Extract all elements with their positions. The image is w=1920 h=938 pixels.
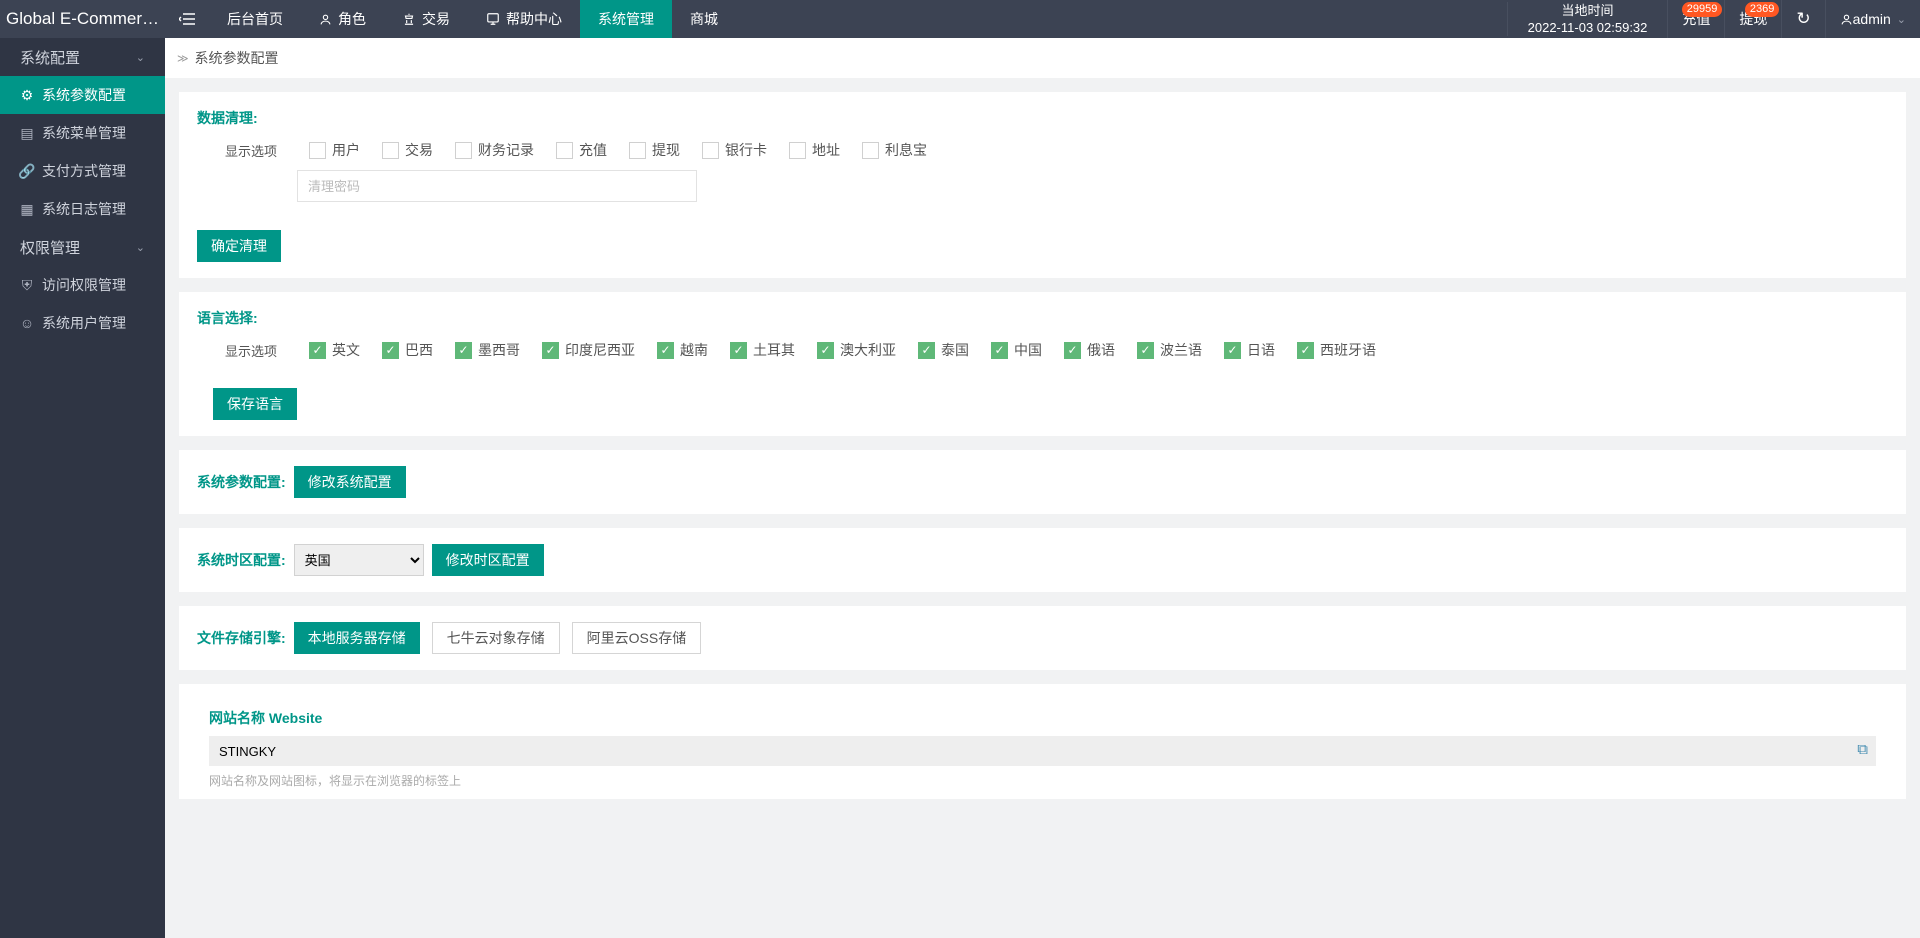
chevron-down-icon: ⌄ bbox=[136, 51, 145, 64]
sidebar-item[interactable]: ▦系统日志管理 bbox=[0, 190, 165, 228]
modify-system-config-button[interactable]: 修改系统配置 bbox=[294, 466, 406, 498]
sidebar-item[interactable]: 🔗支付方式管理 bbox=[0, 152, 165, 190]
website-name-card: 网站名称 Website ⧉ 网站名称及网站图标，将显示在浏览器的标签上 bbox=[179, 684, 1906, 799]
main-area: ≫系统参数配置 数据清理: 显示选项 用户 交易 财务记录 充值 提现 银行卡 … bbox=[165, 38, 1920, 813]
checkbox[interactable]: ✓墨西哥 bbox=[455, 340, 520, 360]
storage-option-button[interactable]: 阿里云OSS存储 bbox=[572, 622, 702, 654]
log-icon: ▦ bbox=[20, 201, 34, 218]
field-label: 网站名称 Website bbox=[209, 708, 1876, 728]
topnav-item[interactable]: 商城 bbox=[672, 0, 736, 38]
withdraw-badge: 2369 bbox=[1745, 2, 1779, 17]
section-title: 文件存储引擎: bbox=[197, 628, 286, 648]
checkbox[interactable]: ✓俄语 bbox=[1064, 340, 1115, 360]
row-label: 显示选项 bbox=[197, 341, 287, 360]
checkbox[interactable]: 利息宝 bbox=[862, 140, 927, 160]
sidebar-item[interactable]: ▤系统菜单管理 bbox=[0, 114, 165, 152]
timezone-card: 系统时区配置: 英国 修改时区配置 bbox=[179, 528, 1906, 592]
help-text: 网站名称及网站图标，将显示在浏览器的标签上 bbox=[209, 772, 1876, 789]
chevron-down-icon: ⌄ bbox=[1897, 13, 1906, 26]
data-clean-card: 数据清理: 显示选项 用户 交易 财务记录 充值 提现 银行卡 地址 利息宝 确… bbox=[179, 92, 1906, 278]
storage-option-button[interactable]: 本地服务器存储 bbox=[294, 622, 420, 654]
system-param-card: 系统参数配置: 修改系统配置 bbox=[179, 450, 1906, 514]
sidebar: 系统配置⌄ ⚙系统参数配置 ▤系统菜单管理 🔗支付方式管理 ▦系统日志管理 权限… bbox=[0, 38, 165, 938]
clean-password-input[interactable] bbox=[297, 170, 697, 202]
brand-title: Global E-Commerce... bbox=[0, 9, 165, 29]
breadcrumb: ≫系统参数配置 bbox=[165, 38, 1920, 78]
topnav-item[interactable]: 帮助中心 bbox=[468, 0, 580, 38]
checkbox[interactable]: 提现 bbox=[629, 140, 680, 160]
checkbox[interactable]: ✓土耳其 bbox=[730, 340, 795, 360]
storage-card: 文件存储引擎: 本地服务器存储 七牛云对象存储 阿里云OSS存储 bbox=[179, 606, 1906, 670]
sidebar-group[interactable]: 权限管理⌄ bbox=[0, 228, 165, 266]
section-title: 系统参数配置: bbox=[197, 472, 286, 492]
sidebar-item[interactable]: ⛨访问权限管理 bbox=[0, 266, 165, 304]
section-title: 数据清理: bbox=[197, 108, 1888, 128]
checkbox[interactable]: 交易 bbox=[382, 140, 433, 160]
gear-icon: ⚙ bbox=[20, 87, 34, 104]
topbar-right: 当地时间 2022-11-03 02:59:32 充值 29959 提现 236… bbox=[1507, 0, 1920, 38]
chevron-down-icon: ⌄ bbox=[136, 241, 145, 254]
refresh-icon[interactable]: ↻ bbox=[1781, 0, 1824, 38]
checkbox[interactable]: 充值 bbox=[556, 140, 607, 160]
save-language-button[interactable]: 保存语言 bbox=[213, 388, 297, 420]
recharge-button[interactable]: 充值 29959 bbox=[1667, 0, 1724, 38]
checkbox[interactable]: ✓日语 bbox=[1224, 340, 1275, 360]
withdraw-button[interactable]: 提现 2369 bbox=[1724, 0, 1781, 38]
timezone-select[interactable]: 英国 bbox=[294, 544, 424, 576]
confirm-clean-button[interactable]: 确定清理 bbox=[197, 230, 281, 262]
checkbox[interactable]: ✓泰国 bbox=[918, 340, 969, 360]
section-title: 语言选择: bbox=[197, 308, 1888, 328]
topnav-item[interactable]: 交易 bbox=[384, 0, 468, 38]
checkbox[interactable]: 银行卡 bbox=[702, 140, 767, 160]
checkbox[interactable]: 财务记录 bbox=[455, 140, 534, 160]
checkbox[interactable]: 地址 bbox=[789, 140, 840, 160]
topnav: 后台首页 角色 交易 帮助中心 系统管理 商城 bbox=[209, 0, 736, 38]
website-name-input[interactable] bbox=[209, 736, 1876, 766]
checkbox[interactable]: ✓巴西 bbox=[382, 340, 433, 360]
shield-icon: ⛨ bbox=[20, 277, 34, 294]
checkbox[interactable]: 用户 bbox=[309, 140, 360, 160]
user-dropdown[interactable]: admin⌄ bbox=[1825, 0, 1920, 38]
sidebar-item[interactable]: ⚙系统参数配置 bbox=[0, 76, 165, 114]
list-icon: ▤ bbox=[20, 125, 34, 142]
checkbox[interactable]: ✓波兰语 bbox=[1137, 340, 1202, 360]
topnav-item[interactable]: 角色 bbox=[301, 0, 384, 38]
row-label: 显示选项 bbox=[197, 141, 287, 160]
storage-option-button[interactable]: 七牛云对象存储 bbox=[432, 622, 560, 654]
topbar: Global E-Commerce... 后台首页 角色 交易 帮助中心 系统管… bbox=[0, 0, 1920, 38]
copy-icon[interactable]: ⧉ bbox=[1857, 741, 1868, 758]
recharge-badge: 29959 bbox=[1682, 2, 1723, 17]
checkbox[interactable]: ✓西班牙语 bbox=[1297, 340, 1376, 360]
modify-timezone-button[interactable]: 修改时区配置 bbox=[432, 544, 544, 576]
topnav-item[interactable]: 后台首页 bbox=[209, 0, 301, 38]
local-time: 当地时间 2022-11-03 02:59:32 bbox=[1507, 2, 1668, 36]
sidebar-item[interactable]: ☺系统用户管理 bbox=[0, 304, 165, 342]
checkbox[interactable]: ✓印度尼西亚 bbox=[542, 340, 635, 360]
section-title: 系统时区配置: bbox=[197, 550, 286, 570]
user-icon: ☺ bbox=[20, 315, 34, 331]
checkbox[interactable]: ✓越南 bbox=[657, 340, 708, 360]
topnav-item[interactable]: 系统管理 bbox=[580, 0, 672, 38]
checkbox[interactable]: ✓澳大利亚 bbox=[817, 340, 896, 360]
checkbox[interactable]: ✓英文 bbox=[309, 340, 360, 360]
checkbox[interactable]: ✓中国 bbox=[991, 340, 1042, 360]
sidebar-toggle-icon[interactable] bbox=[165, 12, 209, 26]
sidebar-group[interactable]: 系统配置⌄ bbox=[0, 38, 165, 76]
link-icon: 🔗 bbox=[20, 163, 34, 180]
breadcrumb-icon: ≫ bbox=[177, 52, 189, 65]
language-card: 语言选择: 显示选项 ✓英文 ✓巴西 ✓墨西哥 ✓印度尼西亚 ✓越南 ✓土耳其 … bbox=[179, 292, 1906, 436]
